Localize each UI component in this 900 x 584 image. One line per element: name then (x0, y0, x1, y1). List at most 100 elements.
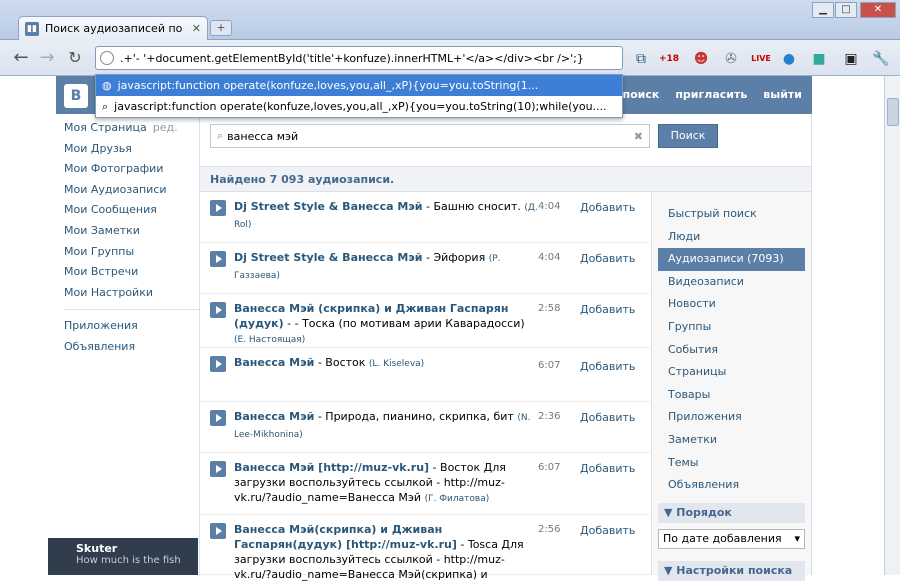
search-input[interactable]: ванесса мэй (227, 130, 630, 143)
left-menu-item[interactable]: Объявления (64, 337, 199, 358)
track-artist[interactable]: Dj Street Style & Ванесса Мэй (234, 251, 423, 264)
add-track-link[interactable]: Добавить (580, 303, 635, 316)
vk-logo[interactable]: В (64, 84, 88, 108)
track-duration: 4:04 (538, 252, 561, 263)
add-track-link[interactable]: Добавить (580, 462, 635, 475)
category-item[interactable]: Заметки (652, 429, 811, 452)
tab-title: Поиск аудиозаписей по з... (45, 22, 186, 35)
track-artist[interactable]: Ванесса Мэй [http://muz-vk.ru] (234, 461, 429, 474)
suggestion-item[interactable]: ⌕ javascript:function operate(konfuze,lo… (96, 96, 622, 117)
notification-popup[interactable]: Skuter How much is the fish (48, 538, 198, 575)
left-menu-item[interactable]: Мои Аудиозаписи (64, 180, 199, 201)
track-user[interactable]: (L. Kiseleva) (369, 359, 424, 369)
add-track-link[interactable]: Добавить (580, 201, 635, 214)
category-item[interactable]: Приложения (652, 406, 811, 429)
track-title: - Восток (314, 356, 369, 369)
track-duration: 6:07 (538, 462, 561, 473)
add-track-link[interactable]: Добавить (580, 252, 635, 265)
play-icon[interactable] (210, 523, 226, 539)
track-row: Ванесса Мэй - Природа, пианино, скрипка,… (200, 402, 650, 453)
left-menu-item[interactable]: Мои Сообщения (64, 200, 199, 221)
left-menu-item[interactable]: Мои Группы (64, 242, 199, 263)
extension-chat-icon[interactable]: ● (778, 49, 800, 69)
track-duration: 4:04 (538, 201, 561, 212)
left-menu-item[interactable]: Мои Фотографии (64, 159, 199, 180)
extension-18-icon[interactable]: +18 (658, 49, 680, 69)
browser-tab[interactable]: ▮▮ Поиск аудиозаписей по з... ✕ (18, 16, 208, 40)
close-tab-icon[interactable]: ✕ (192, 22, 201, 35)
back-icon[interactable]: ← (10, 48, 32, 68)
extension-mario-icon[interactable]: ☻ (690, 49, 712, 69)
search-field[interactable]: ⌕ ванесса мэй ✖ (210, 124, 650, 148)
header-link-invite[interactable]: пригласить (675, 88, 747, 101)
minimize-button[interactable]: ▁ (812, 2, 834, 18)
left-menu-item[interactable]: Мои Друзья (64, 139, 199, 160)
play-icon[interactable] (210, 200, 226, 216)
settings-header[interactable]: ▼ Настройки поиска (658, 560, 805, 581)
play-icon[interactable] (210, 461, 226, 477)
extension-reel-icon[interactable]: ✇ (720, 49, 742, 69)
header-link-logout[interactable]: выйти (763, 88, 802, 101)
play-icon[interactable] (210, 302, 226, 318)
order-select[interactable]: По дате добавления (658, 528, 805, 549)
new-tab-button[interactable]: + (210, 20, 232, 36)
extension-2-icon[interactable]: ⧉ (630, 49, 652, 69)
category-item[interactable]: Люди (652, 226, 811, 249)
left-menu-item[interactable]: Приложения (64, 316, 199, 337)
tab-favicon-icon: ▮▮ (25, 21, 39, 36)
track-artist[interactable]: Dj Street Style & Ванесса Мэй (234, 200, 423, 213)
track-duration: 2:36 (538, 411, 561, 422)
main-content: ⌕ ванесса мэй ✖ Поиск Найдено 7 093 ауди… (199, 114, 812, 581)
forward-icon[interactable]: → (36, 48, 58, 68)
extension-live-icon[interactable]: LIVE (750, 49, 772, 69)
track-artist[interactable]: Ванесса Мэй (234, 410, 314, 423)
left-menu-item[interactable]: Мои Настройки (64, 283, 199, 304)
track-duration: 6:07 (538, 360, 561, 371)
add-track-link[interactable]: Добавить (580, 524, 635, 537)
edit-link[interactable]: ред. (153, 121, 178, 134)
category-item-active[interactable]: Аудиозаписи (7093) (658, 248, 805, 271)
play-icon[interactable] (210, 410, 226, 426)
category-item[interactable]: Видеозаписи (652, 271, 811, 294)
left-menu-item[interactable]: Моя Страница ред. (64, 118, 199, 139)
track-artist[interactable]: Ванесса Мэй(скрипка) и Дживан Гаспарян(д… (234, 523, 457, 551)
left-menu-item[interactable]: Мои Заметки (64, 221, 199, 242)
play-icon[interactable] (210, 251, 226, 267)
extension-blocks-icon[interactable]: ■ (808, 49, 830, 69)
track-row: Dj Street Style & Ванесса Мэй - Башню сн… (200, 192, 650, 243)
add-track-link[interactable]: Добавить (580, 411, 635, 424)
play-icon[interactable] (210, 356, 226, 372)
add-track-link[interactable]: Добавить (580, 360, 635, 373)
suggestion-item[interactable]: ◍ javascript:function operate(konfuze,lo… (96, 75, 622, 96)
category-item[interactable]: Новости (652, 293, 811, 316)
category-item[interactable]: Страницы (652, 361, 811, 384)
maximize-button[interactable]: □ (835, 2, 857, 18)
reload-icon[interactable]: ↻ (64, 48, 86, 68)
track-row: Ванесса Мэй (скрипка) и Дживан Гаспарян … (200, 294, 650, 348)
address-bar[interactable]: .+'- '+document.getElementById('title'+k… (95, 46, 623, 70)
category-item[interactable]: Быстрый поиск (652, 203, 811, 226)
category-item[interactable]: Группы (652, 316, 811, 339)
track-user[interactable]: (Г. Филатова) (425, 494, 490, 504)
track-user[interactable]: (Е. Настоящая) (234, 335, 305, 345)
track-duration: 2:56 (538, 524, 561, 535)
extension-square-icon[interactable]: ▣ (840, 49, 862, 69)
clear-icon[interactable]: ✖ (634, 130, 643, 143)
scrollbar[interactable] (884, 76, 900, 575)
track-row: Dj Street Style & Ванесса Мэй - Эйфория … (200, 243, 650, 294)
left-menu: Моя Страница ред. Мои Друзья Мои Фотограф… (64, 118, 199, 358)
order-header[interactable]: ▼ Порядок (658, 502, 805, 523)
header-link-search[interactable]: поиск (622, 88, 659, 101)
left-menu-item[interactable]: Мои Встречи (64, 262, 199, 283)
close-window-button[interactable]: ✕ (860, 2, 896, 18)
scrollbar-thumb[interactable] (887, 98, 899, 126)
category-item[interactable]: Товары (652, 384, 811, 407)
category-item[interactable]: Объявления (652, 474, 811, 497)
track-title: - Природа, пианино, скрипка, бит (314, 410, 518, 423)
omnibox-suggestions: ◍ javascript:function operate(konfuze,lo… (95, 74, 623, 118)
search-button[interactable]: Поиск (658, 124, 718, 148)
wrench-icon[interactable]: 🔧 (870, 49, 892, 69)
category-item[interactable]: Темы (652, 452, 811, 475)
track-artist[interactable]: Ванесса Мэй (234, 356, 314, 369)
category-item[interactable]: События (652, 339, 811, 362)
